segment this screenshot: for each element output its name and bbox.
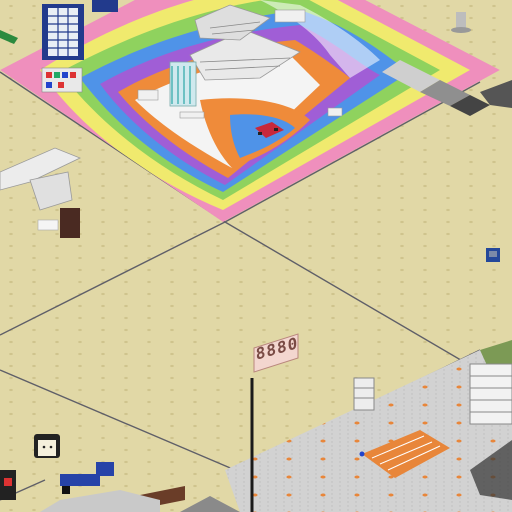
dark-machine (0, 470, 16, 500)
striped-columns[interactable] (169, 61, 197, 107)
colored-brick-stack (41, 67, 83, 93)
minifigure-head[interactable] (34, 434, 60, 458)
white-ladder-structure[interactable] (469, 363, 512, 425)
blue-tower[interactable] (42, 4, 84, 60)
scaffold-tower[interactable] (353, 377, 375, 411)
top-navy-object (92, 0, 118, 12)
game-viewport[interactable] (0, 0, 512, 512)
blue-small-object[interactable] (486, 248, 500, 262)
